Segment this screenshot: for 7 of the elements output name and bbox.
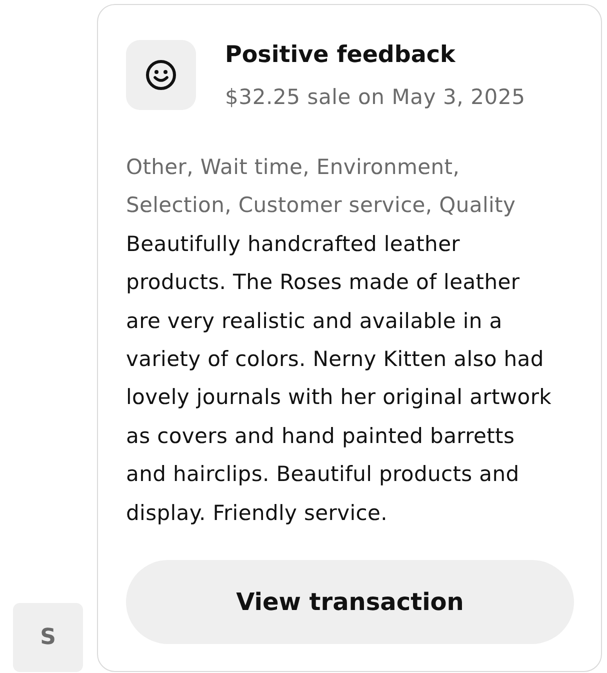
view-transaction-button[interactable]: View transaction [126, 560, 574, 644]
smiley-icon [126, 40, 196, 110]
feedback-comment: Beautifully handcrafted leather products. The Roses made of leather are very realistic and available in a variety of colors. Nerny Kitten also had lovely journals with her original artwork as covers and hand painted barretts and hairclips. Beautiful products and display. Friendly service. [126, 230, 553, 527]
card-title: Positive feedback [225, 41, 456, 70]
feedback-tags: Other, Wait time, Environment, Selection, Customer service, Quality [126, 148, 558, 225]
sale-info: $32.25 sale on May 3, 2025 [225, 84, 526, 111]
sender-avatar: S [13, 603, 83, 672]
